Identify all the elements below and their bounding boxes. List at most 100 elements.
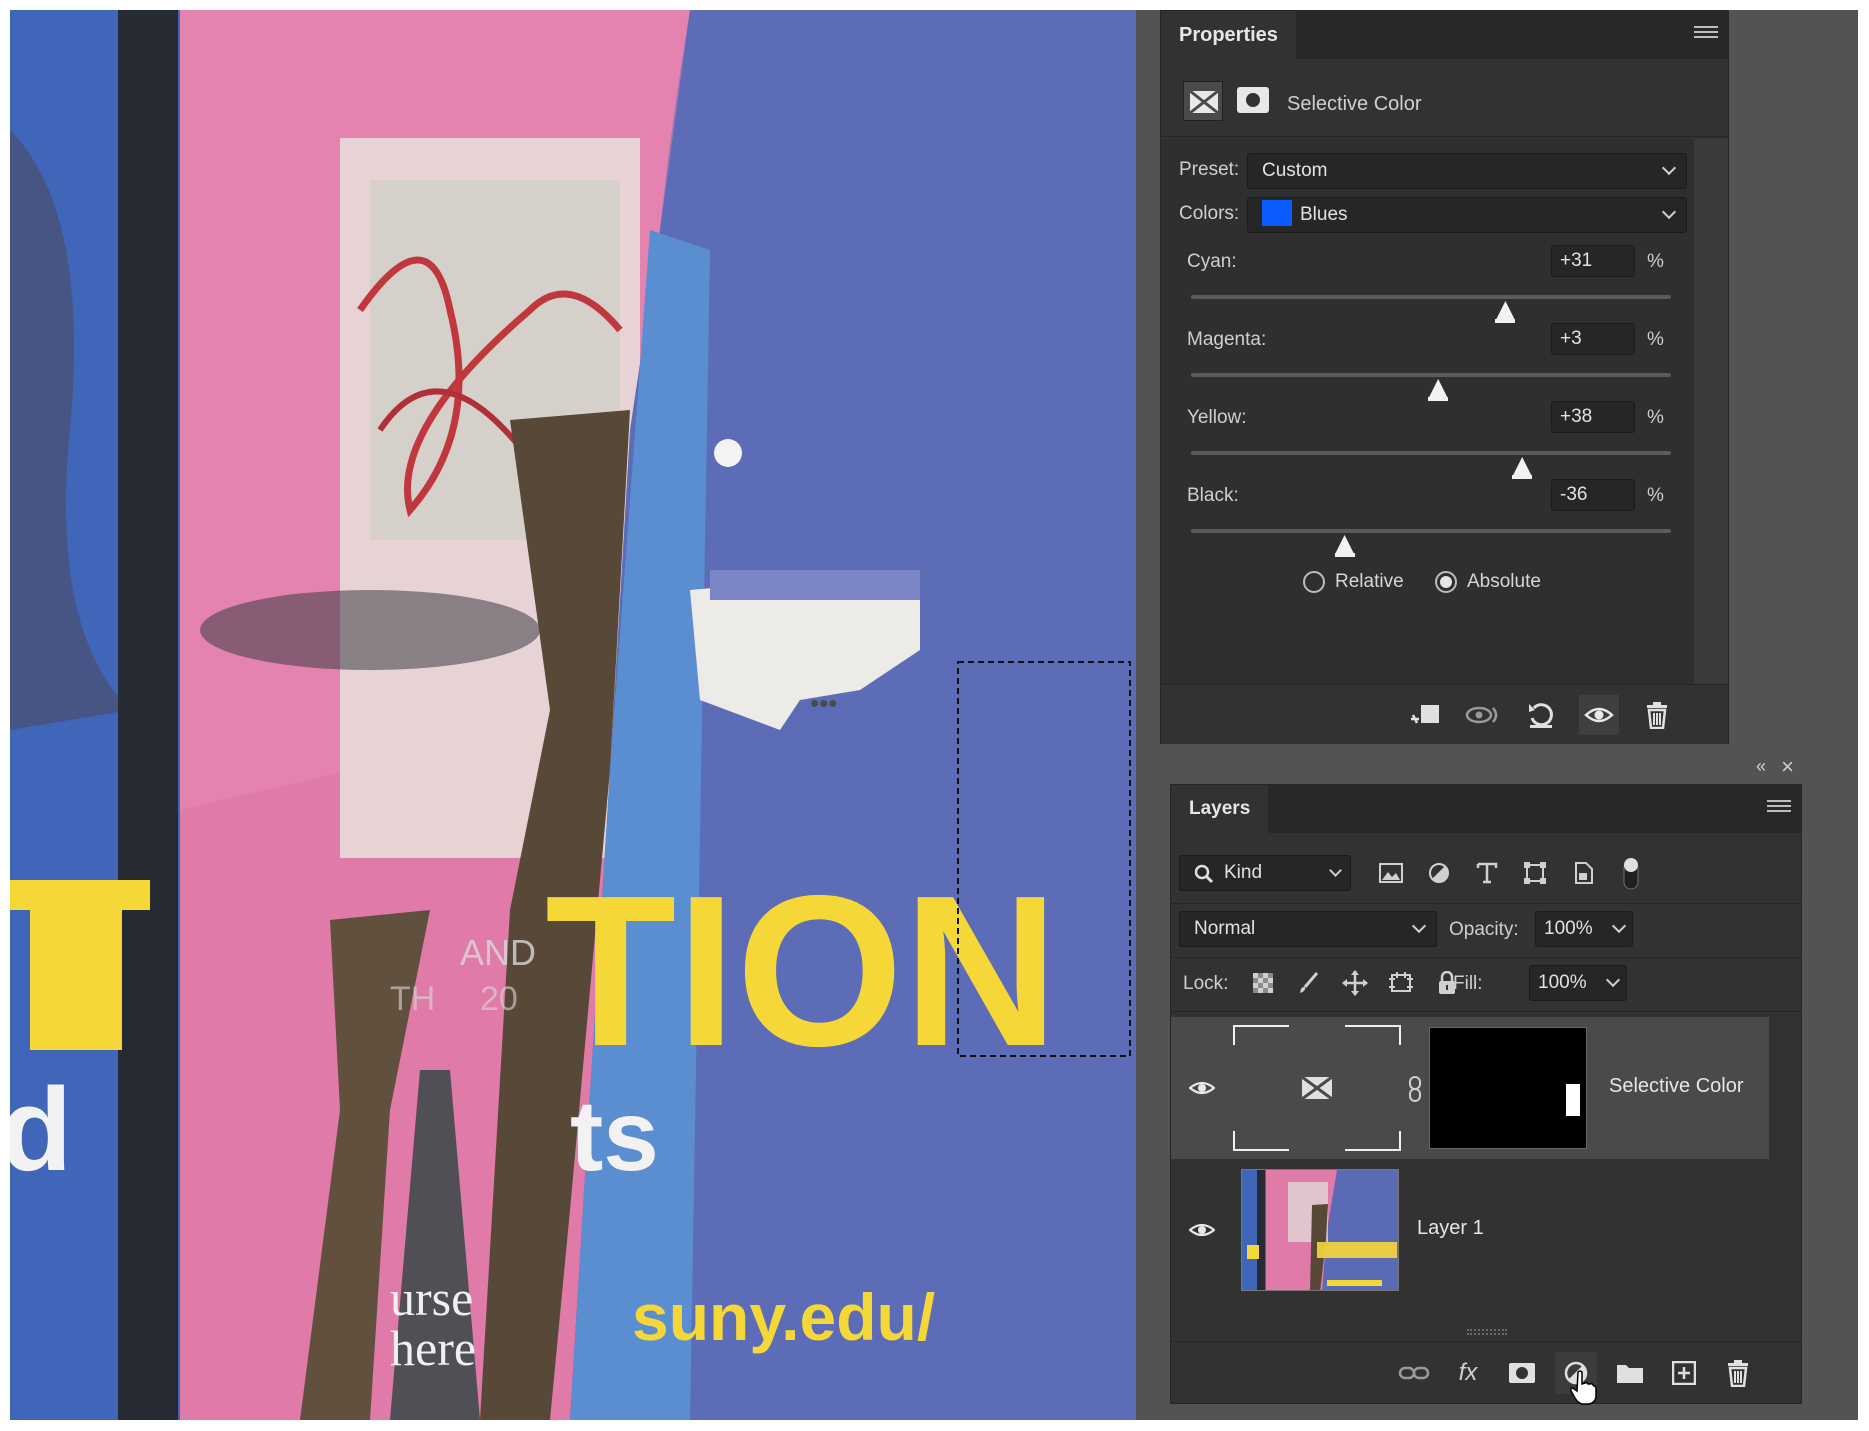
lock-label: Lock:	[1183, 973, 1229, 994]
layers-dock-bar: « ×	[1170, 752, 1802, 784]
divider	[1171, 903, 1801, 904]
delete-layer-icon[interactable]	[1717, 1352, 1759, 1394]
lock-artboard-icon[interactable]	[1383, 965, 1419, 1001]
fx-icon[interactable]: fx	[1447, 1352, 1489, 1394]
fill-input[interactable]: 100%	[1529, 965, 1627, 1001]
relative-radio[interactable]	[1303, 571, 1325, 593]
document-canvas[interactable]: TION d ts suny.edu/ AND TH 20 urse here …	[10, 10, 1136, 1420]
color-swatch	[1262, 199, 1292, 226]
panel-menu-icon[interactable]	[1767, 797, 1791, 821]
chevron-down-icon	[1611, 918, 1627, 934]
poster-small-th: TH	[390, 980, 435, 1018]
poster-text-d: d	[10, 1064, 72, 1196]
poster-artwork: TION d ts suny.edu/ AND TH 20 urse here …	[10, 10, 1136, 1420]
colors-dropdown[interactable]: Blues	[1247, 197, 1687, 233]
opacity-label: Opacity:	[1449, 919, 1519, 940]
close-icon[interactable]: ×	[1781, 754, 1794, 780]
filter-kind-value: Kind	[1224, 862, 1263, 883]
cyan-unit: %	[1647, 251, 1664, 272]
yellow-slider[interactable]	[1191, 451, 1671, 479]
magenta-label: Magenta:	[1187, 329, 1267, 350]
fill-value: 100%	[1538, 972, 1587, 993]
view-previous-icon[interactable]	[1463, 695, 1503, 735]
properties-body: Preset: Custom Colors: Blues Cyan: +31 %…	[1161, 139, 1696, 684]
absolute-radio[interactable]	[1435, 571, 1457, 593]
preset-value: Custom	[1262, 160, 1328, 181]
lock-icons	[1245, 965, 1465, 1001]
cyan-label: Cyan:	[1187, 251, 1237, 272]
layers-tabbar: Layers	[1171, 785, 1801, 833]
magenta-input[interactable]: +3	[1551, 323, 1635, 355]
tab-properties[interactable]: Properties	[1161, 11, 1296, 59]
chevron-down-icon	[1605, 972, 1621, 988]
filter-toggle-icon[interactable]	[1611, 853, 1651, 893]
lock-position-icon[interactable]	[1337, 965, 1373, 1001]
poster-text-ts: ts	[570, 1080, 659, 1192]
chevron-down-icon	[1661, 204, 1677, 220]
visibility-icon[interactable]	[1579, 695, 1619, 735]
preset-label: Preset:	[1179, 159, 1240, 180]
image-filter-icon[interactable]	[1371, 853, 1411, 893]
layer-row-layer-1[interactable]: Layer 1	[1171, 1159, 1769, 1301]
lock-transparent-icon[interactable]	[1245, 965, 1281, 1001]
poster-small-here: here	[390, 1320, 476, 1376]
mask-icon[interactable]	[1237, 87, 1269, 113]
poster-text-tion: TION	[545, 850, 1059, 1091]
divider	[1171, 1011, 1801, 1012]
opacity-input[interactable]: 100%	[1535, 911, 1633, 947]
layers-panel: Layers Kind Normal Opacity: 100% Lock: F…	[1170, 784, 1802, 1405]
smart-object-filter-icon[interactable]	[1563, 853, 1603, 893]
black-unit: %	[1647, 485, 1664, 506]
relative-label: Relative	[1335, 571, 1404, 592]
new-group-icon[interactable]	[1609, 1352, 1651, 1394]
cyan-input[interactable]: +31	[1551, 245, 1635, 277]
black-slider[interactable]	[1191, 529, 1671, 557]
yellow-input[interactable]: +38	[1551, 401, 1635, 433]
preset-dropdown[interactable]: Custom	[1247, 153, 1687, 189]
poster-dots: •••	[810, 688, 837, 718]
colors-label: Colors:	[1179, 203, 1240, 224]
poster-small-urse: urse	[390, 1270, 473, 1326]
chevron-down-icon	[1329, 864, 1342, 877]
properties-scrollbar[interactable]	[1694, 139, 1728, 684]
black-label: Black:	[1187, 485, 1239, 506]
reset-icon[interactable]	[1521, 695, 1561, 735]
shape-filter-icon[interactable]	[1515, 853, 1555, 893]
new-layer-icon[interactable]	[1663, 1352, 1705, 1394]
type-filter-icon[interactable]	[1467, 853, 1507, 893]
cyan-slider[interactable]	[1191, 295, 1671, 323]
visibility-eye-icon[interactable]	[1187, 1073, 1217, 1103]
layer-filter-icons	[1371, 853, 1651, 893]
lock-pixels-icon[interactable]	[1291, 965, 1327, 1001]
tab-layers[interactable]: Layers	[1171, 785, 1269, 833]
blend-mode-dropdown[interactable]: Normal	[1179, 911, 1437, 947]
absolute-label: Absolute	[1467, 571, 1541, 592]
adjustment-filter-icon[interactable]	[1419, 853, 1459, 893]
delete-icon[interactable]	[1637, 695, 1677, 735]
magenta-unit: %	[1647, 329, 1664, 350]
layer-filter-dropdown[interactable]: Kind	[1179, 855, 1351, 891]
black-input[interactable]: -36	[1551, 479, 1635, 511]
adjustment-thumbnail[interactable]	[1233, 1025, 1401, 1151]
divider	[1171, 957, 1801, 958]
panel-menu-icon[interactable]	[1694, 23, 1718, 47]
visibility-eye-icon[interactable]	[1187, 1215, 1217, 1245]
poster-url: suny.edu/	[632, 1280, 935, 1354]
magenta-slider[interactable]	[1191, 373, 1671, 401]
clip-to-layer-icon[interactable]	[1405, 695, 1445, 735]
link-layers-icon[interactable]	[1393, 1352, 1435, 1394]
panel-resize-grip[interactable]	[1467, 1329, 1507, 1335]
add-mask-icon[interactable]	[1501, 1352, 1543, 1394]
layer-row-selective-color[interactable]: Selective Color	[1171, 1017, 1769, 1159]
collapse-icon[interactable]: «	[1756, 756, 1766, 777]
layer-thumbnail[interactable]	[1241, 1169, 1399, 1291]
adjustment-title: Selective Color	[1287, 93, 1422, 115]
chevron-down-icon	[1411, 918, 1427, 934]
adjustment-icon[interactable]	[1183, 81, 1223, 121]
search-icon	[1194, 864, 1214, 884]
layers-footer: fx	[1171, 1341, 1801, 1405]
layer-mask-thumbnail[interactable]	[1429, 1027, 1587, 1149]
yellow-unit: %	[1647, 407, 1664, 428]
properties-tabbar: Properties	[1161, 11, 1728, 59]
poster-small-and: AND	[460, 932, 536, 973]
